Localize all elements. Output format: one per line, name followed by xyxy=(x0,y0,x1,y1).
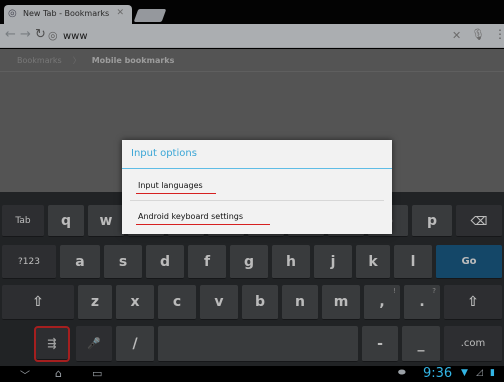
dialog-title-divider xyxy=(122,168,392,169)
system-nav-bar: ﹀ ⌂ ▭ ⬬ 9:36 ▼ ◿ ▮ xyxy=(0,366,504,382)
hide-keyboard-icon[interactable]: ﹀ xyxy=(20,367,30,382)
input-languages-option[interactable]: Input languages xyxy=(138,181,203,190)
android-keyboard-settings-option[interactable]: Android keyboard settings xyxy=(138,212,243,221)
battery-icon: ▮ xyxy=(490,368,495,378)
status-clock: 9:36 xyxy=(423,366,453,381)
dialog-title: Input options xyxy=(131,148,197,159)
signal-icon: ◿ xyxy=(476,368,483,378)
recent-apps-icon[interactable]: ▭ xyxy=(92,367,102,380)
highlight-underline xyxy=(136,224,270,225)
wifi-icon: ▼ xyxy=(461,368,468,378)
highlight-underline xyxy=(136,193,216,194)
home-icon[interactable]: ⌂ xyxy=(55,367,62,380)
usb-icon: ⬬ xyxy=(398,368,406,378)
input-options-dialog: Input options Input languages Android ke… xyxy=(122,140,392,234)
dialog-item-divider xyxy=(130,200,384,201)
